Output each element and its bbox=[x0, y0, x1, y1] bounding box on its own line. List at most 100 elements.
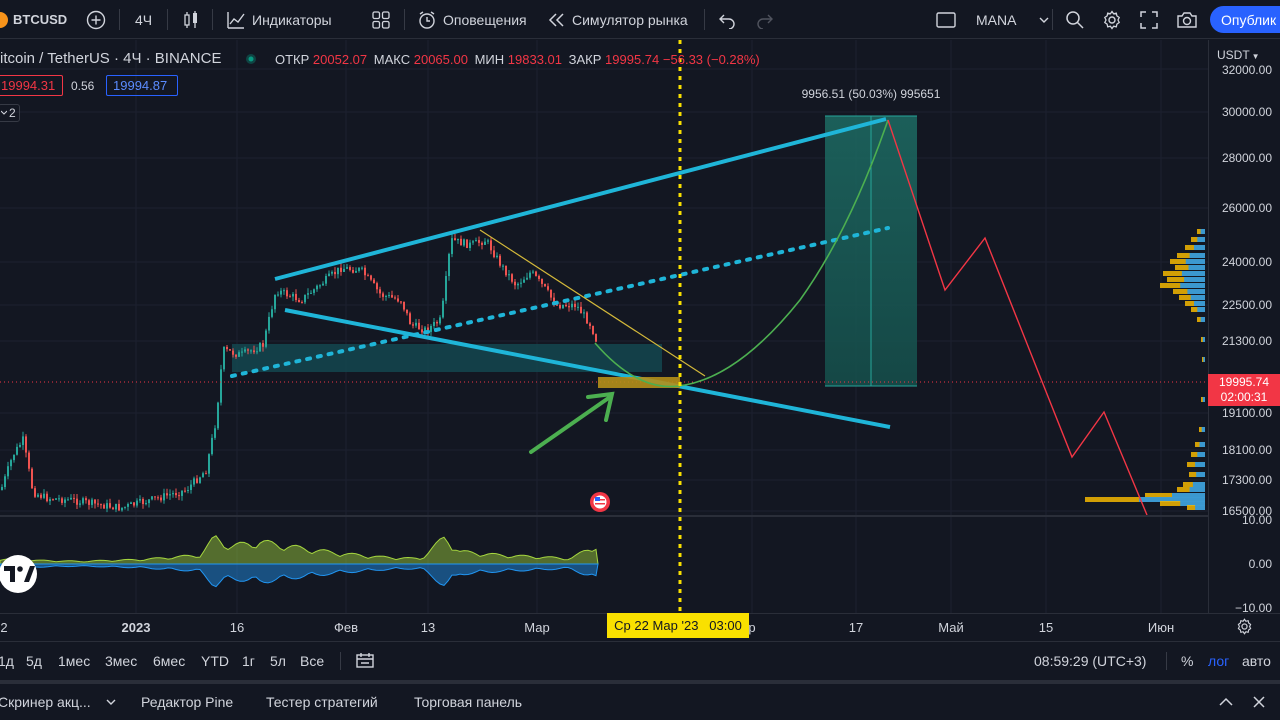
range-3m[interactable]: 3мес bbox=[105, 642, 137, 680]
search-button[interactable] bbox=[1065, 0, 1085, 39]
bottom-panel-tabs: Скринер акц... Редактор Pine Тестер стра… bbox=[0, 680, 1280, 720]
projection-path-red[interactable] bbox=[887, 119, 1148, 516]
candle-body bbox=[97, 503, 99, 505]
range-all[interactable]: Все bbox=[300, 642, 324, 680]
snapshot-button[interactable] bbox=[1176, 0, 1198, 39]
range-1d[interactable]: 1д bbox=[0, 642, 14, 680]
candle-body bbox=[268, 316, 270, 331]
indicators-button[interactable]: Индикаторы bbox=[226, 0, 332, 39]
candle-body bbox=[175, 493, 177, 496]
alerts-button[interactable]: Оповещения bbox=[417, 0, 527, 39]
close-panel-button[interactable] bbox=[1252, 684, 1266, 720]
settings-button[interactable] bbox=[1102, 0, 1122, 39]
volume-profile-bar bbox=[1202, 397, 1205, 402]
candle-body bbox=[202, 473, 204, 478]
interval-button[interactable]: 4Ч bbox=[135, 0, 152, 39]
long-position-tool[interactable] bbox=[825, 115, 917, 387]
candle-body bbox=[28, 452, 30, 469]
goto-date-button[interactable] bbox=[356, 642, 374, 680]
tab-trading-panel[interactable]: Торговая панель bbox=[414, 684, 522, 720]
layout-button[interactable] bbox=[936, 0, 956, 39]
candle-body bbox=[25, 436, 27, 453]
search-icon bbox=[1066, 10, 1084, 29]
candle-body bbox=[43, 493, 45, 498]
candle-body bbox=[163, 493, 165, 501]
channel-upper-line[interactable] bbox=[274, 117, 887, 281]
range-1m[interactable]: 1мес bbox=[58, 642, 90, 680]
tradingview-logo[interactable] bbox=[0, 555, 37, 593]
candle-body bbox=[538, 275, 540, 279]
candles-icon bbox=[184, 10, 197, 28]
candle-body bbox=[247, 349, 249, 351]
currency-selector[interactable]: USDT ▼ bbox=[1217, 48, 1260, 62]
volume-profile-bar bbox=[1189, 253, 1205, 258]
candle-body bbox=[277, 294, 279, 296]
price-scale[interactable]: USDT ▼ 32000.00 30000.00 28000.00 26000.0… bbox=[1208, 40, 1280, 615]
range-1y[interactable]: 1г bbox=[242, 642, 255, 680]
price-tick: 30000.00 bbox=[1221, 105, 1272, 119]
publish-button[interactable]: Опублик bbox=[1210, 6, 1280, 33]
indicators-label: Индикаторы bbox=[252, 11, 332, 28]
green-arrow-annotation[interactable] bbox=[529, 391, 615, 454]
candle-body bbox=[136, 500, 138, 506]
buy-price-button[interactable]: 19994.87 bbox=[106, 75, 178, 96]
candle-body bbox=[328, 273, 330, 277]
redo-button[interactable] bbox=[756, 0, 774, 39]
scale-settings-button[interactable] bbox=[1236, 618, 1253, 638]
gear-icon bbox=[1103, 9, 1121, 30]
log-scale-toggle[interactable]: лог bbox=[1208, 642, 1229, 680]
tab-strategy-tester[interactable]: Тестер стратегий bbox=[266, 684, 378, 720]
candle-body bbox=[127, 503, 129, 507]
timezone-button[interactable]: 08:59:29 (UTC+3) bbox=[1034, 642, 1146, 680]
percent-scale-toggle[interactable]: % bbox=[1181, 642, 1193, 680]
candle-body bbox=[466, 239, 468, 248]
candle-body bbox=[340, 267, 342, 272]
symbol-title[interactable]: itcoin / TetherUS · 4Ч · BINANCE bbox=[0, 50, 221, 67]
undo-icon bbox=[719, 14, 735, 29]
auto-scale-toggle[interactable]: авто bbox=[1242, 642, 1271, 680]
toolbar-divider bbox=[704, 9, 705, 30]
candle-body bbox=[544, 283, 546, 287]
chevron-up-icon bbox=[1219, 697, 1233, 706]
range-5y[interactable]: 5л bbox=[270, 642, 286, 680]
sell-price-button[interactable]: 19994.31 bbox=[0, 75, 63, 96]
candle-body bbox=[19, 444, 21, 447]
candle-body bbox=[286, 290, 288, 297]
fullscreen-button[interactable] bbox=[1140, 0, 1158, 39]
replay-button[interactable]: Симулятор рынка bbox=[548, 0, 688, 39]
candle-body bbox=[373, 279, 375, 284]
range-5d[interactable]: 5д bbox=[26, 642, 42, 680]
price-chart[interactable]: 9956.51 (50.03%) 995651 bbox=[0, 40, 1208, 613]
layout-name-button[interactable]: MANA bbox=[976, 0, 1050, 39]
tab-pine-editor[interactable]: Редактор Pine bbox=[141, 684, 233, 720]
chart-type-button[interactable] bbox=[183, 0, 199, 39]
candle-body bbox=[385, 295, 387, 297]
candle-body bbox=[559, 305, 561, 309]
collapse-indicators-button[interactable]: 2 bbox=[0, 104, 20, 122]
candle-body bbox=[499, 255, 501, 266]
candle-body bbox=[193, 478, 195, 485]
demand-zone[interactable] bbox=[232, 344, 662, 372]
time-tick: Май bbox=[938, 620, 964, 635]
range-ytd[interactable]: YTD bbox=[201, 642, 229, 680]
symbol-search-button[interactable]: BTCUSD bbox=[0, 0, 67, 39]
templates-button[interactable] bbox=[372, 0, 390, 39]
compare-add-button[interactable] bbox=[86, 0, 106, 39]
tab-stock-screener[interactable]: Скринер акц... bbox=[0, 684, 117, 720]
candle-body bbox=[253, 350, 255, 353]
price-tick: 22500.00 bbox=[1221, 298, 1272, 312]
volume-profile-bar bbox=[1181, 271, 1205, 276]
range-6m[interactable]: 6мес bbox=[153, 642, 185, 680]
candle-body bbox=[274, 294, 276, 310]
candle-body bbox=[235, 354, 237, 357]
candle-body bbox=[352, 269, 354, 273]
candle-body bbox=[532, 271, 534, 273]
volume-profile-bar bbox=[1184, 277, 1205, 282]
candle-body bbox=[433, 322, 435, 326]
maximize-panel-button[interactable] bbox=[1218, 684, 1234, 720]
candle-body bbox=[100, 504, 102, 506]
undo-button[interactable] bbox=[718, 0, 736, 39]
volume-profile-bar bbox=[1189, 487, 1205, 492]
candle-body bbox=[217, 402, 219, 429]
us-flag-event-icon[interactable] bbox=[590, 492, 610, 512]
